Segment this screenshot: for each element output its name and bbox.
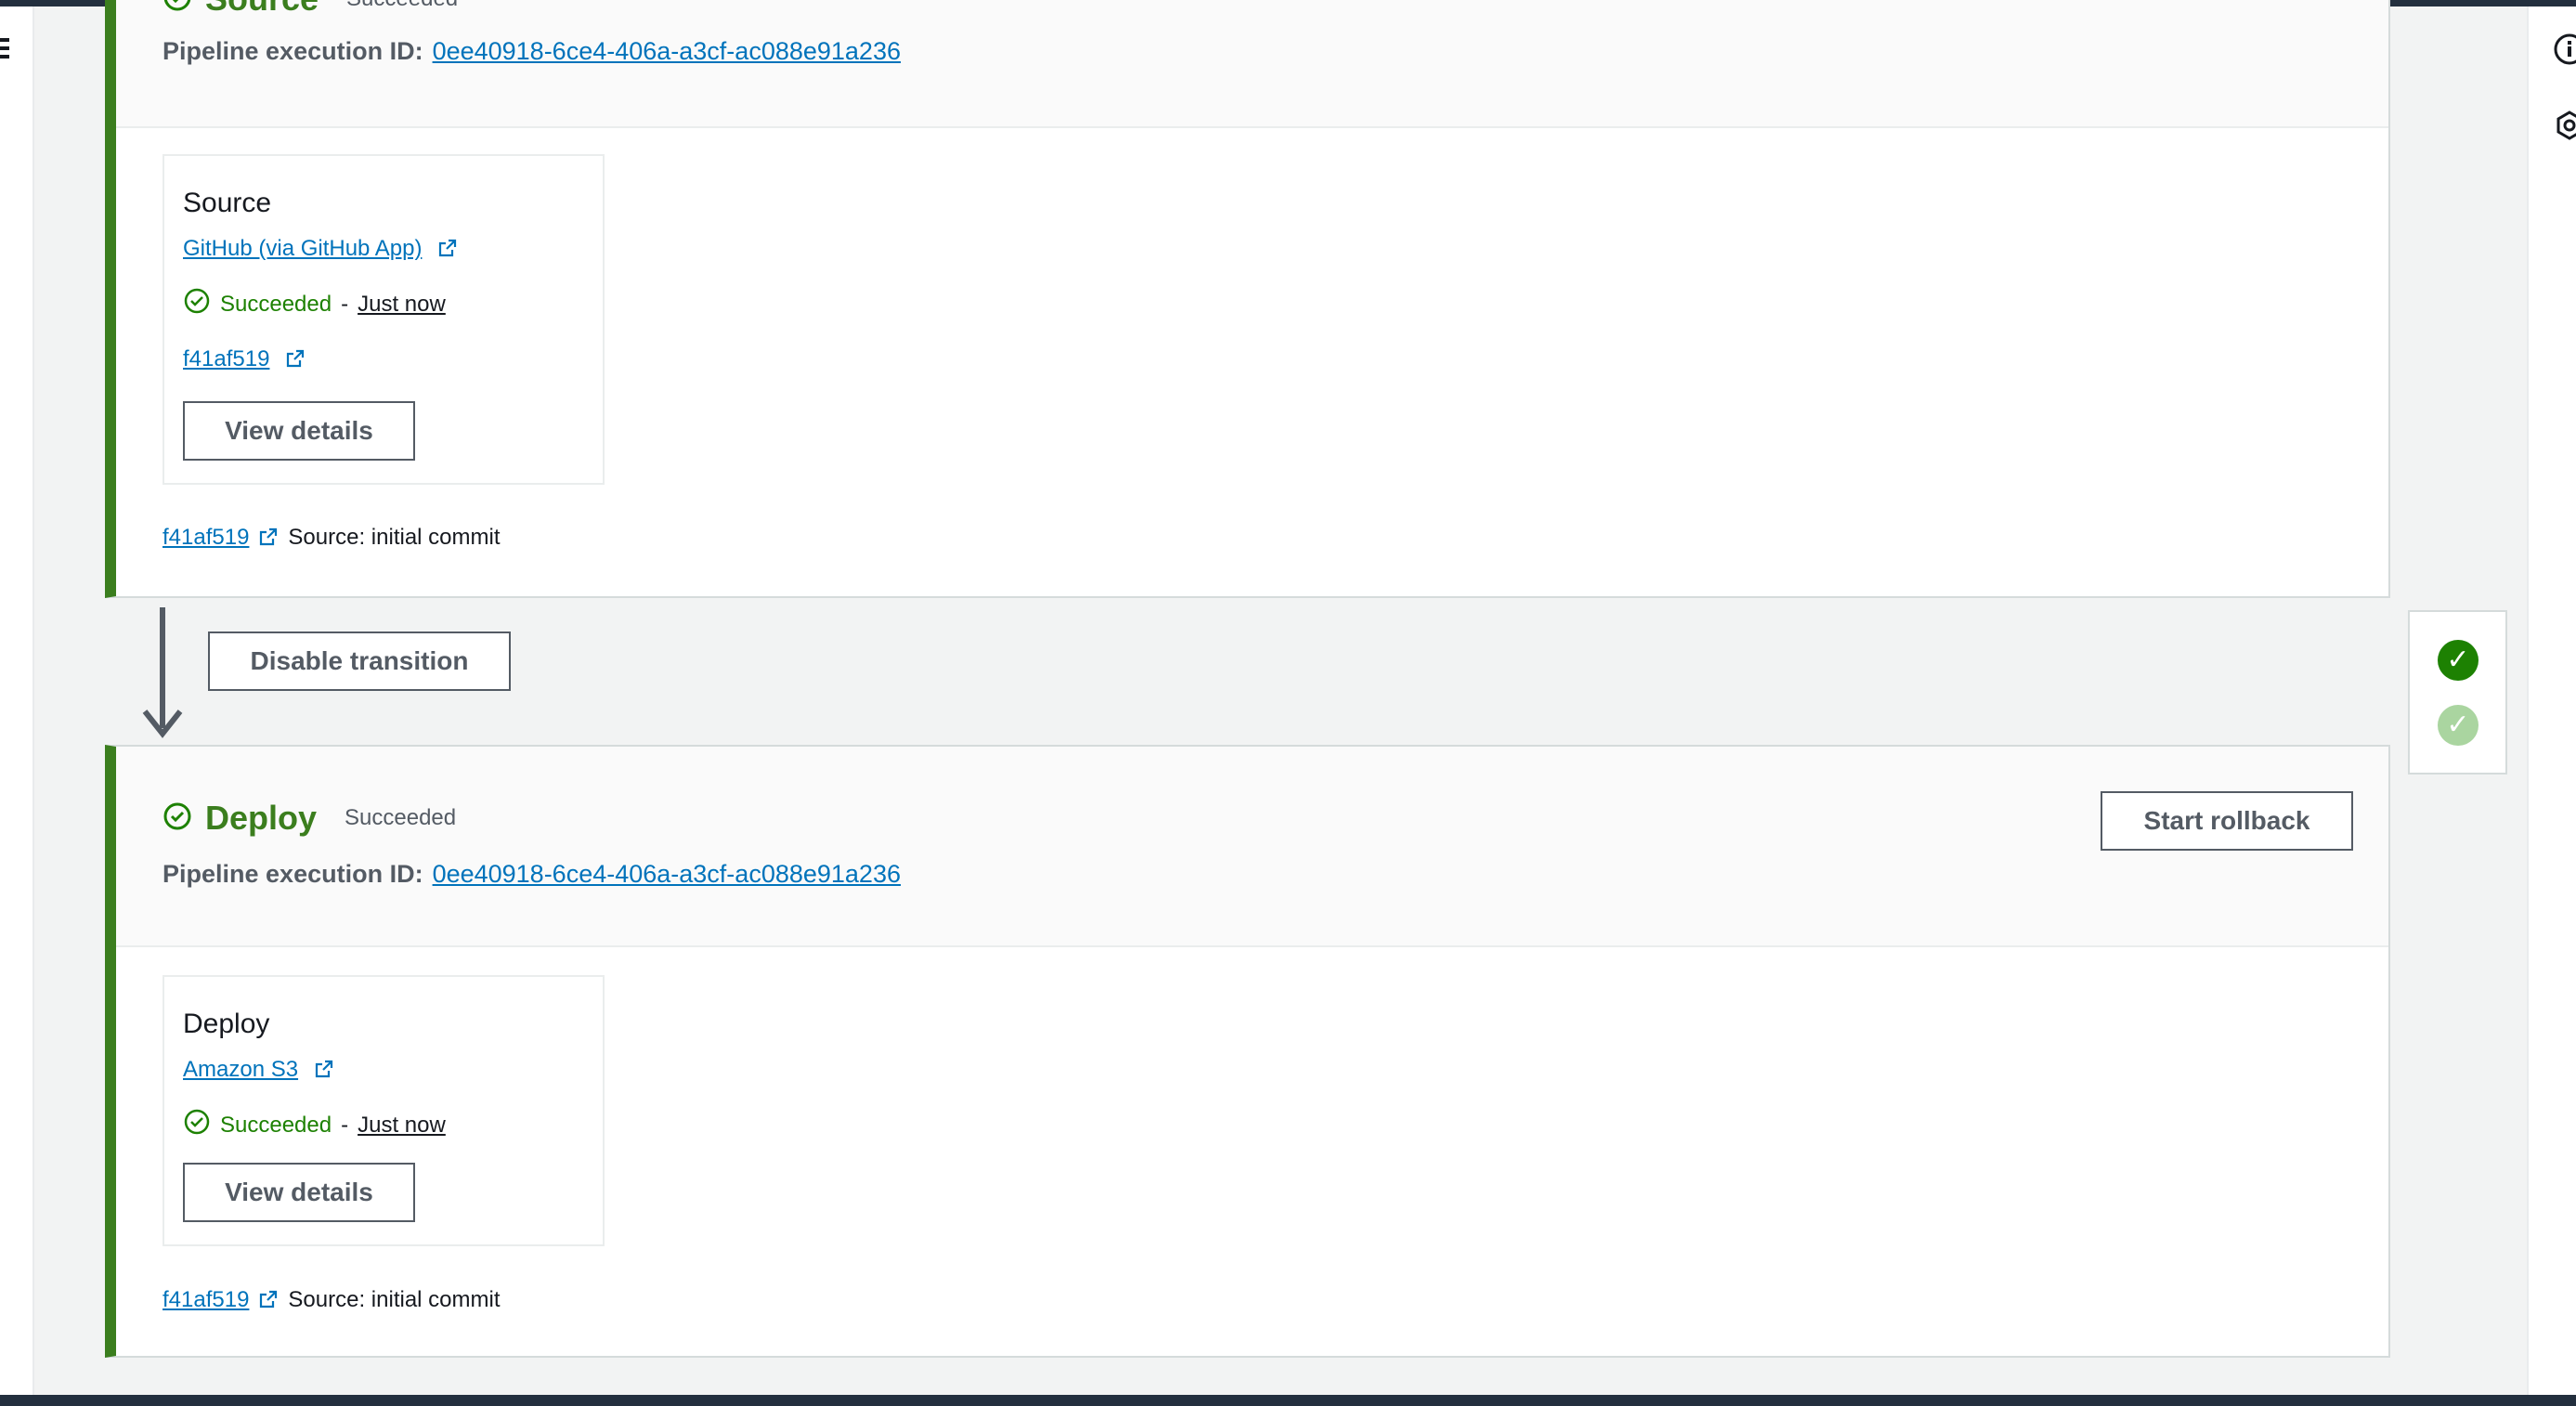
action-name: Source	[183, 188, 272, 218]
stage-title: Deploy	[205, 799, 318, 837]
stage-status: Succeeded	[345, 805, 457, 830]
left-navigation-strip	[0, 7, 34, 1395]
stage-title: Source	[205, 0, 319, 19]
view-details-button[interactable]: View details	[183, 401, 415, 461]
stage-deploy: Deploy Succeeded Start rollback Pipeline…	[105, 745, 2390, 1358]
stage-source: Source Succeeded Pipeline execution ID: …	[105, 0, 2390, 598]
execution-id-link[interactable]: 0ee40918-6ce4-406a-a3cf-ac088e91a236	[433, 37, 901, 66]
check-circle-icon	[183, 1108, 211, 1142]
execution-id-label: Pipeline execution ID:	[163, 860, 423, 888]
revision-link[interactable]: f41af519	[183, 346, 269, 371]
view-details-button[interactable]: View details	[183, 1163, 415, 1222]
external-link-icon[interactable]	[428, 236, 458, 261]
right-tools-rail	[2527, 7, 2576, 1395]
action-status: Succeeded	[220, 1112, 332, 1138]
disable-transition-button[interactable]: Disable transition	[208, 631, 511, 691]
check-circle-icon: ✓	[2438, 705, 2478, 746]
action-provider-link[interactable]: Amazon S3	[183, 1057, 298, 1082]
action-status: Succeeded	[220, 291, 332, 317]
settings-icon[interactable]	[2553, 109, 2576, 146]
stage-status: Succeeded	[346, 0, 458, 12]
status-separator: -	[341, 291, 349, 317]
action-card-source: Source GitHub (via GitHub App) Succeeded…	[163, 154, 605, 485]
stage-header: Deploy Succeeded Start rollback Pipeline…	[116, 747, 2388, 947]
stage-header: Source Succeeded Pipeline execution ID: …	[116, 0, 2388, 128]
action-time[interactable]: Just now	[358, 1113, 446, 1139]
check-circle-icon	[183, 287, 211, 321]
action-provider-link[interactable]: GitHub (via GitHub App)	[183, 236, 422, 261]
commit-message: Source: initial commit	[288, 1287, 501, 1312]
action-name: Deploy	[183, 1009, 270, 1039]
start-rollback-button[interactable]: Start rollback	[2101, 791, 2353, 851]
down-arrow-icon	[142, 708, 183, 739]
action-time[interactable]: Just now	[358, 292, 446, 318]
execution-id-link[interactable]: 0ee40918-6ce4-406a-a3cf-ac088e91a236	[433, 860, 901, 889]
info-icon[interactable]	[2553, 33, 2576, 70]
external-link-icon[interactable]	[305, 1057, 334, 1082]
execution-id-label: Pipeline execution ID:	[163, 37, 423, 65]
commit-link[interactable]: f41af519	[163, 1287, 249, 1313]
action-card-deploy: Deploy Amazon S3 Succeeded - Just now Vi…	[163, 975, 605, 1246]
external-link-icon[interactable]	[249, 1287, 279, 1313]
bottom-bar	[0, 1395, 2576, 1406]
status-separator: -	[341, 1112, 349, 1138]
external-link-icon[interactable]	[276, 346, 306, 371]
commit-link[interactable]: f41af519	[163, 525, 249, 551]
menu-icon[interactable]	[0, 38, 9, 62]
commit-message: Source: initial commit	[288, 525, 501, 550]
execution-status-panel: ✓ ✓	[2408, 610, 2507, 775]
external-link-icon[interactable]	[249, 525, 279, 551]
check-circle-icon	[163, 0, 192, 17]
check-circle-icon	[163, 801, 192, 836]
check-circle-icon: ✓	[2438, 640, 2478, 681]
